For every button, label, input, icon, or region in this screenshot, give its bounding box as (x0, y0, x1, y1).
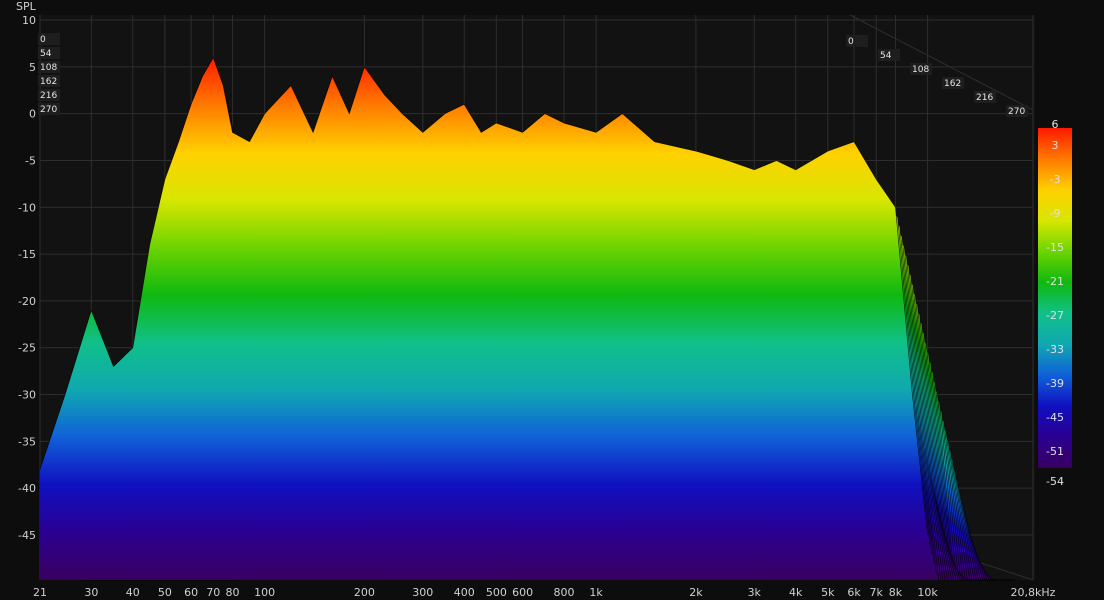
y-axis: 10 5 0 -5 -10 -15 -20 -25 -30 -35 -40 -45 (18, 14, 36, 542)
x-tick-label: 500 (486, 586, 507, 599)
y-tick-label: 5 (29, 61, 36, 74)
colorbar-tick-label: 3 (1052, 139, 1059, 152)
x-tick-label: 50 (158, 586, 172, 599)
z-tick-label-left: 0 (40, 35, 46, 45)
x-tick-label: 200 (354, 586, 375, 599)
z-tick-label-right: 270 (1008, 107, 1025, 117)
colorbar-tick-label: -45 (1046, 411, 1064, 424)
x-tick-label: 21 (33, 586, 47, 599)
z-tick-label-right: 216 (976, 93, 993, 103)
colorbar-tick-label: -33 (1046, 343, 1064, 356)
x-tick-label: 5k (821, 586, 835, 599)
x-tick-label: 800 (553, 586, 574, 599)
x-tick-label: 8k (889, 586, 903, 599)
y-tick-label: -5 (25, 154, 36, 167)
x-tick-label: 6k (847, 586, 861, 599)
x-tick-label: 70 (206, 586, 220, 599)
x-tick-label: 2k (689, 586, 703, 599)
y-axis-title: SPL (16, 0, 37, 13)
colorbar-tick-label: -3 (1050, 173, 1061, 186)
x-tick-label: 300 (412, 586, 433, 599)
z-tick-label-left: 162 (40, 77, 57, 87)
x-tick-label: 400 (454, 586, 475, 599)
colorbar-tick-label: -15 (1046, 241, 1064, 254)
y-tick-label: -35 (18, 435, 36, 448)
x-tick-label: 40 (126, 586, 140, 599)
y-tick-label: -30 (18, 389, 36, 402)
x-tick-label: 80 (226, 586, 240, 599)
x-tick-label: 30 (84, 586, 98, 599)
y-tick-label: 10 (22, 14, 36, 27)
y-tick-label: -10 (18, 201, 36, 214)
y-tick-label: -40 (18, 482, 36, 495)
x-axis: 21 30 40 50 60 70 80 100 200 300 400 500 600 800 1k 2k 3… (33, 586, 1056, 599)
z-tick-label-right: 162 (944, 79, 961, 89)
colorbar-tick-label: -21 (1046, 275, 1064, 288)
x-tick-label: 7k (870, 586, 884, 599)
z-tick-label-left: 108 (40, 63, 57, 73)
color-bar-legend: 6 3 -3 -9 -15 -21 -27 -33 -39 -45 -51 -54 (1038, 118, 1072, 488)
colorbar-tick-label: -51 (1046, 445, 1064, 458)
y-tick-label: -45 (18, 529, 36, 542)
colorbar-tick-label: -39 (1046, 377, 1064, 390)
colorbar-tick-label: 6 (1052, 118, 1059, 131)
waterfall-chart: 1050-5-10-15-20-25-30-35-40-45 21 30 40 50 6… (16, 0, 1072, 599)
y-tick-label: -15 (18, 248, 36, 261)
colorbar-tick-label: -54 (1046, 475, 1064, 488)
y-tick-label: -25 (18, 342, 36, 355)
z-tick-label-right: 54 (880, 51, 892, 61)
x-tick-label: 600 (512, 586, 533, 599)
z-tick-label-left: 216 (40, 91, 57, 101)
x-tick-label: 10k (917, 586, 938, 599)
x-tick-label: 1k (589, 586, 603, 599)
x-tick-label: 4k (789, 586, 803, 599)
colorbar-tick-label: -27 (1046, 309, 1064, 322)
y-tick-label: 0 (29, 108, 36, 121)
y-tick-label: -20 (18, 295, 36, 308)
x-tick-label: 60 (184, 586, 198, 599)
z-tick-label-left: 54 (40, 49, 52, 59)
z-tick-label-left: 270 (40, 105, 57, 115)
colorbar-tick-label: -9 (1050, 207, 1061, 220)
x-tick-label: 20,8kHz (1011, 586, 1056, 599)
x-tick-label: 3k (748, 586, 762, 599)
x-tick-label: 100 (254, 586, 275, 599)
z-tick-label-right: 108 (912, 65, 929, 75)
z-tick-label-right: 0 (848, 37, 854, 47)
